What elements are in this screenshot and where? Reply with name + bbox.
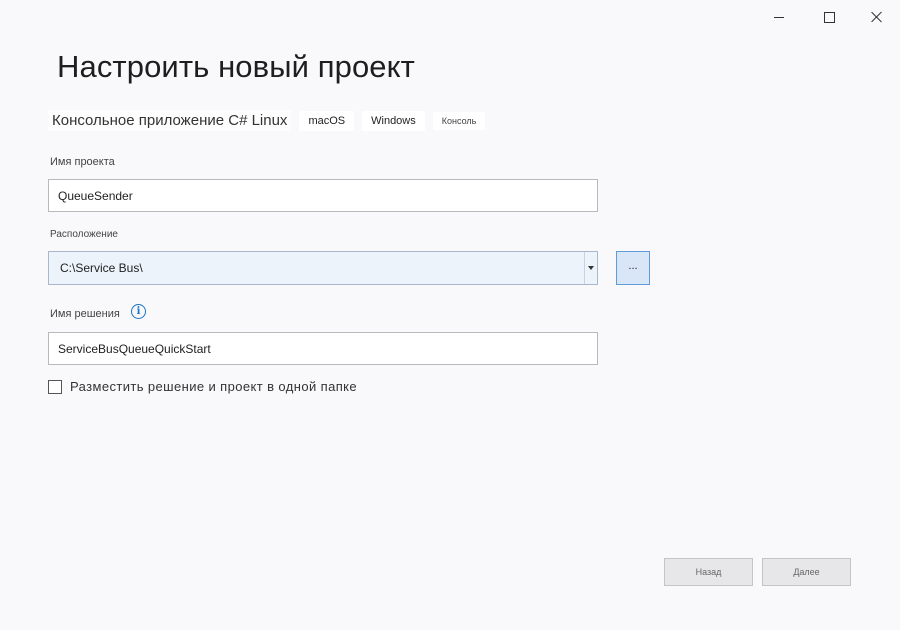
project-name-label: Имя проекта — [50, 156, 115, 168]
solution-name-input[interactable]: ServiceBusQueueQuickStart — [48, 332, 598, 365]
location-label: Расположение — [50, 229, 118, 240]
page-title: Настроить новый проект — [57, 49, 415, 84]
minimize-icon — [774, 16, 784, 18]
project-name-value: QueueSender — [58, 188, 133, 203]
combo-separator — [584, 252, 585, 284]
same-folder-checkbox[interactable] — [48, 379, 62, 394]
same-folder-label: Разместить решение и проект в одной папк… — [70, 379, 358, 394]
next-button[interactable]: Далее — [762, 558, 851, 586]
back-button[interactable]: Назад — [664, 558, 753, 586]
info-icon[interactable]: i — [131, 304, 146, 319]
tag-windows: Windows — [362, 110, 425, 131]
browse-button[interactable]: ... — [616, 251, 650, 285]
back-button-label: Назад — [695, 567, 722, 577]
template-summary: Консольное приложение C# Linux macOS Win… — [48, 110, 486, 131]
tag-console: Консоль — [432, 111, 486, 130]
minimize-button[interactable] — [756, 6, 802, 28]
close-icon — [871, 11, 883, 23]
maximize-icon — [823, 11, 835, 23]
location-combobox[interactable]: C:\Service Bus\ — [48, 251, 598, 285]
next-button-label: Далее — [793, 567, 820, 577]
template-name: Консольное приложение C# Linux — [48, 110, 292, 131]
chevron-down-icon[interactable] — [588, 266, 594, 270]
browse-button-label: ... — [628, 260, 638, 272]
solution-name-value: ServiceBusQueueQuickStart — [58, 341, 211, 356]
maximize-button[interactable] — [806, 6, 852, 28]
project-name-input[interactable]: QueueSender — [48, 179, 598, 212]
same-folder-option[interactable]: Разместить решение и проект в одной папк… — [48, 379, 357, 394]
solution-name-label: Имя решения — [50, 308, 120, 320]
close-button[interactable] — [854, 6, 900, 28]
location-value: C:\Service Bus\ — [60, 261, 143, 275]
tag-macos: macOS — [299, 110, 355, 131]
